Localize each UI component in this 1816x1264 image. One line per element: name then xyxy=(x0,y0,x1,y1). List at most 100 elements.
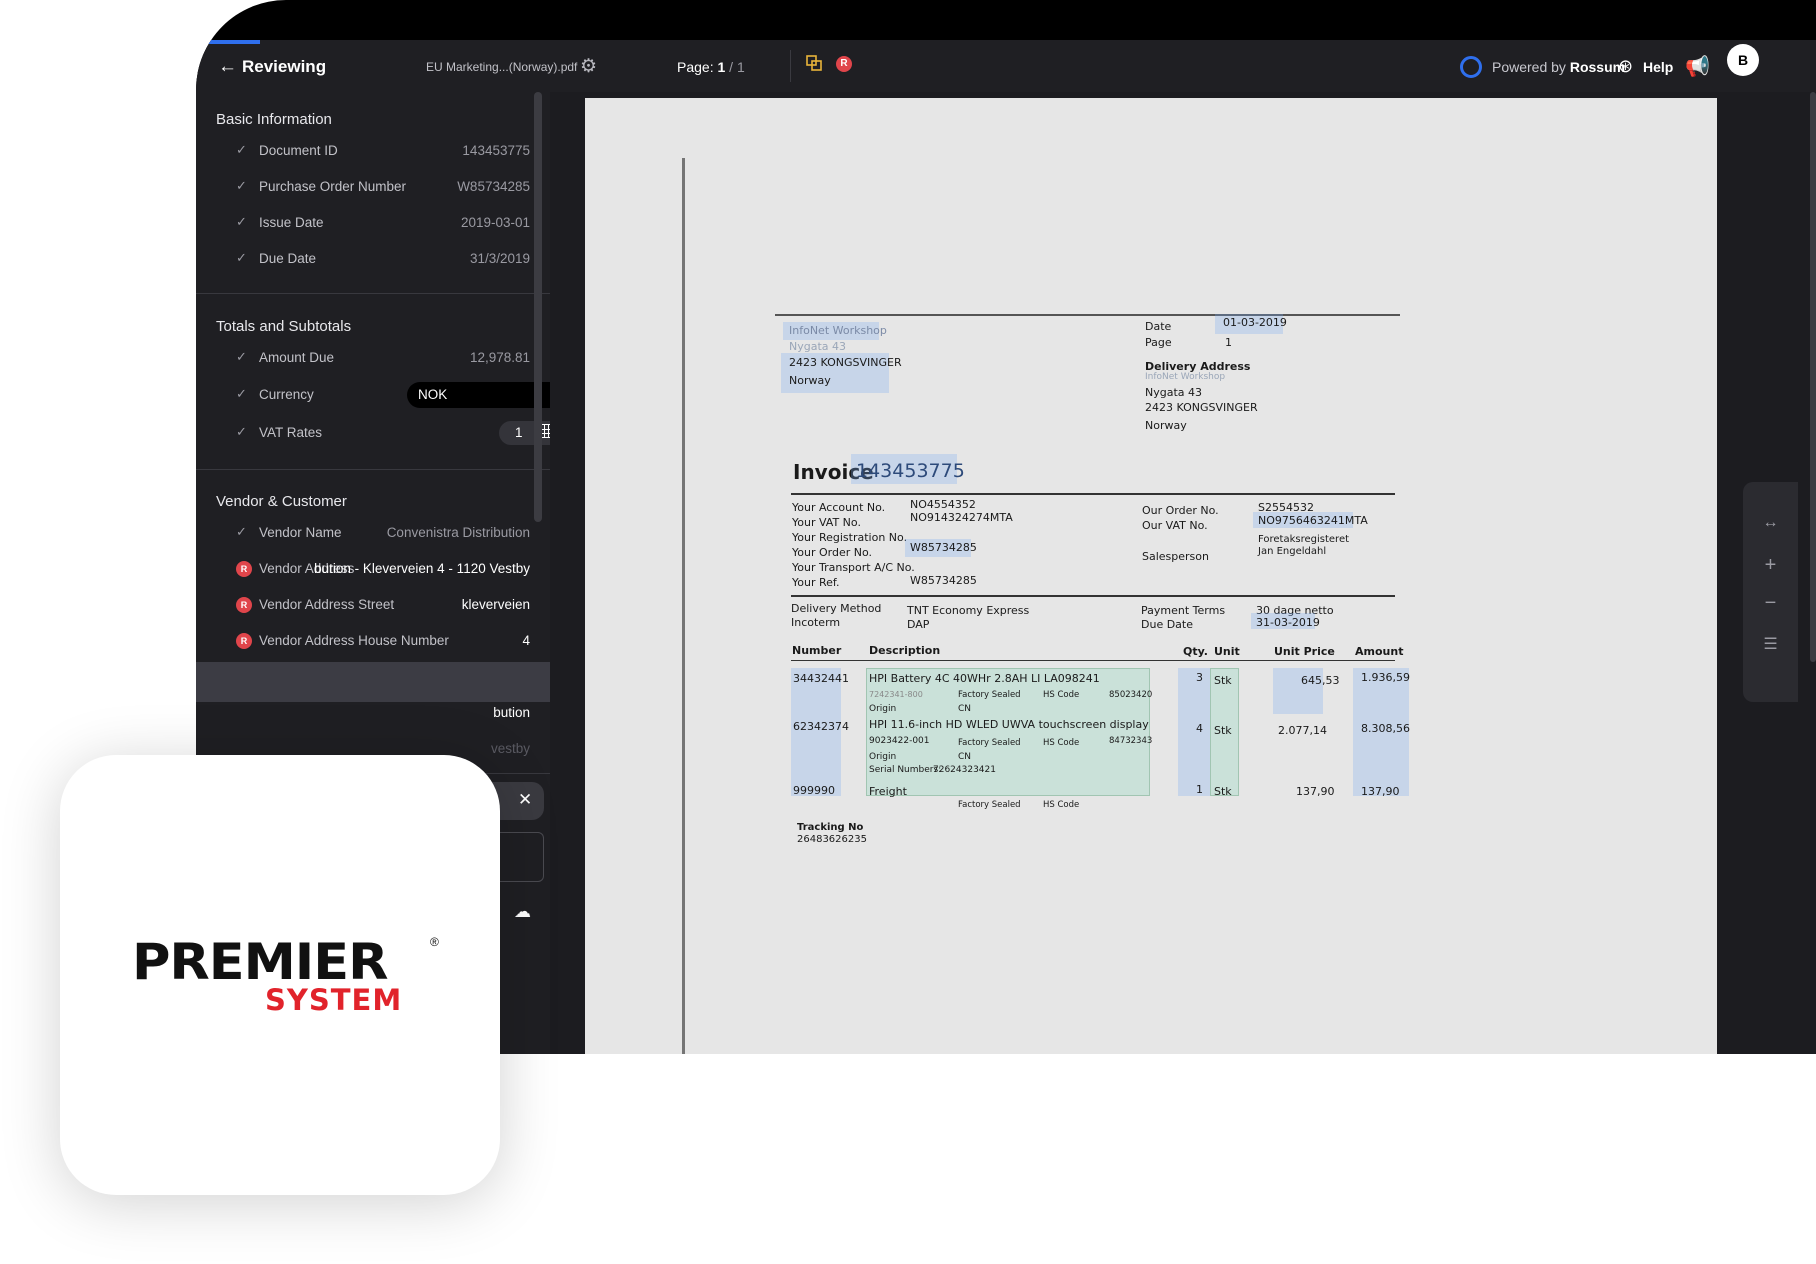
col-header: Number xyxy=(792,644,842,657)
avatar[interactable]: B xyxy=(1727,44,1759,76)
duplicate-icon[interactable] xyxy=(806,55,822,71)
field-value[interactable]: Convenistra Distribution xyxy=(387,525,530,540)
item-number: 34432441 xyxy=(793,672,849,685)
zoom-toolbar: ↔ + − ☰ xyxy=(1743,482,1798,702)
field-value[interactable]: 12,978.81 xyxy=(470,350,530,365)
doc-value: DAP xyxy=(907,618,930,631)
field-row-currency[interactable]: ✓ Currency NOK⌄ xyxy=(196,380,550,410)
extracted-column-highlight[interactable] xyxy=(1178,668,1210,796)
error-alert-icon[interactable]: R xyxy=(836,56,852,72)
doc-label: Our VAT No. xyxy=(1142,519,1208,532)
doc-label: Your Transport A/C No. xyxy=(792,561,915,574)
doc-label: Your Account No. xyxy=(792,501,886,514)
doc-label: Our Order No. xyxy=(1142,504,1219,517)
zoom-in-icon[interactable]: + xyxy=(1743,554,1798,577)
field-row-vendor-street[interactable]: R Vendor Address Street kleverveien xyxy=(196,590,550,620)
col-header: Description xyxy=(869,644,941,657)
vat-rates-count: 1 xyxy=(515,425,523,440)
col-header: Unit Price xyxy=(1274,645,1335,658)
vat-rates-table-button[interactable]: 1 xyxy=(499,421,550,445)
field-label: Due Date xyxy=(259,251,317,266)
check-icon: ✓ xyxy=(236,178,247,193)
close-icon[interactable]: ✕ xyxy=(518,790,532,810)
document-viewer: InfoNet Workshop Nygata 43 2423 KONGSVIN… xyxy=(550,92,1816,1054)
section-title-vendor: Vendor & Customer xyxy=(216,493,347,510)
item-desc: HPI Battery 4C 40WHr 2.8AH LI LA098241 xyxy=(869,672,1100,685)
field-value[interactable]: 143453775 xyxy=(462,143,530,158)
field-value[interactable]: 2019-03-01 xyxy=(461,215,530,230)
field-row-amount-due[interactable]: ✓ Amount Due 12,978.81 xyxy=(196,343,550,373)
error-icon: R xyxy=(236,633,252,649)
gear-icon[interactable]: ⚙ xyxy=(580,55,597,78)
item-code: 7242341-800 xyxy=(869,690,923,699)
fit-width-icon[interactable]: ↔ xyxy=(1743,514,1798,532)
field-label: VAT Rates xyxy=(259,425,323,440)
field-label: Vendor Name xyxy=(259,525,342,540)
viewer-scrollbar[interactable] xyxy=(1810,92,1816,662)
sender-street: Nygata 43 xyxy=(789,340,847,353)
doc-label: Your VAT No. xyxy=(792,516,861,529)
premier-system-logo-card: PREMIER ® SYSTEM xyxy=(60,755,500,1195)
field-row-due-date[interactable]: ✓ Due Date 31/3/2019 xyxy=(196,244,550,274)
field-value[interactable]: 4 xyxy=(522,633,530,648)
currency-select[interactable]: NOK⌄ xyxy=(407,382,550,408)
currency-value: NOK xyxy=(418,387,448,402)
check-icon: ✓ xyxy=(236,424,247,439)
field-label: Amount Due xyxy=(259,350,335,365)
page-title: Reviewing xyxy=(242,57,327,76)
back-arrow-icon[interactable]: ← xyxy=(218,56,237,78)
document-page: InfoNet Workshop Nygata 43 2423 KONGSVIN… xyxy=(585,98,1717,1054)
doc-value: Foretaksregisteret xyxy=(1258,534,1350,545)
sidebar-scrollbar[interactable] xyxy=(534,92,542,522)
rossum-logo-icon xyxy=(1460,56,1482,78)
field-label: Vendor Address Street xyxy=(259,597,395,612)
hs-code-label: HS Code xyxy=(1043,690,1080,700)
field-label: Currency xyxy=(259,387,314,402)
field-row-vendor-house-number[interactable]: R Vendor Address House Number 4 xyxy=(196,626,550,656)
delivery-street: Nygata 43 xyxy=(1145,386,1203,399)
delivery-country: Norway xyxy=(1145,419,1187,432)
field-row-active[interactable] xyxy=(196,662,550,702)
item-code: 9023422-001 xyxy=(869,736,930,746)
megaphone-icon[interactable]: 📢 xyxy=(1685,54,1710,79)
check-icon: ✓ xyxy=(236,349,247,364)
field-row-vendor-address[interactable]: R Vendor Address bution - Kleverveien 4 - … xyxy=(196,554,550,584)
item-qty: 1 xyxy=(1196,783,1203,796)
doc-value: NO9756463241MTA xyxy=(1258,514,1368,527)
field-row-vendor-name[interactable]: ✓ Vendor Name Convenistra Distribution xyxy=(196,518,550,548)
hs-code-label: HS Code xyxy=(1043,800,1080,810)
help-link[interactable]: Help xyxy=(1643,59,1673,75)
field-value[interactable]: vestby xyxy=(491,741,530,756)
field-value[interactable]: 31/3/2019 xyxy=(470,251,530,266)
field-label: Document ID xyxy=(259,143,338,158)
section-divider xyxy=(196,469,550,470)
field-value[interactable]: bution - Kleverveien 4 - 1120 Vestby xyxy=(314,561,530,576)
field-row-issue-date[interactable]: ✓ Issue Date 2019-03-01 xyxy=(196,208,550,238)
lifebuoy-icon[interactable]: ⊛ xyxy=(1618,56,1633,77)
field-value[interactable]: bution xyxy=(493,705,530,720)
item-number: 999990 xyxy=(793,784,835,797)
cloud-download-icon[interactable]: ☁ xyxy=(514,902,531,922)
section-title-basic: Basic Information xyxy=(216,111,332,128)
date-label: Date xyxy=(1145,320,1172,333)
field-row-po-number[interactable]: ✓ Purchase Order Number W85734285 xyxy=(196,172,550,202)
powered-by-label: Powered by xyxy=(1492,59,1566,75)
field-value[interactable]: kleverveien xyxy=(462,597,530,612)
item-amount: 8.308,56 xyxy=(1361,722,1410,735)
field-row-vendor-city[interactable]: bution xyxy=(196,698,550,728)
page-label: Page: xyxy=(677,59,714,75)
extracted-table-highlight[interactable] xyxy=(866,668,1150,796)
section-divider xyxy=(196,293,550,294)
zoom-out-icon[interactable]: − xyxy=(1743,592,1798,615)
field-value[interactable]: W85734285 xyxy=(457,179,530,194)
field-row-vat-rates[interactable]: ✓ VAT Rates 1 xyxy=(196,418,550,448)
field-row-document-id[interactable]: ✓ Document ID 143453775 xyxy=(196,136,550,166)
field-label: Issue Date xyxy=(259,215,324,230)
tracking-value: 26483626235 xyxy=(797,834,867,845)
logo-registered-mark: ® xyxy=(430,935,439,949)
search-text-icon[interactable]: ☰ xyxy=(1743,634,1798,654)
col-header: Qty. xyxy=(1183,645,1208,658)
invoice-document: InfoNet Workshop Nygata 43 2423 KONGSVIN… xyxy=(585,98,1717,1054)
origin-label: Origin xyxy=(869,752,897,762)
progress-indicator xyxy=(200,40,260,44)
